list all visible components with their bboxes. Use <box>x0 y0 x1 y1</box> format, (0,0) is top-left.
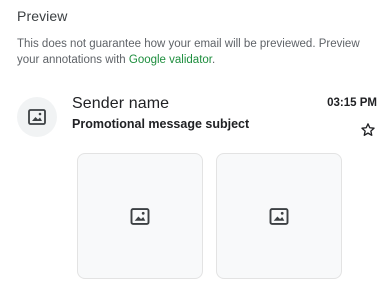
image-placeholder-tile[interactable] <box>216 153 342 279</box>
image-icon <box>28 109 46 125</box>
sender-name: Sender name <box>72 95 170 112</box>
image-icon <box>130 207 150 225</box>
message-time: 03:15 PM <box>327 97 377 109</box>
page-title: Preview <box>17 8 68 24</box>
sender-avatar <box>17 97 57 137</box>
image-placeholder-tile[interactable] <box>77 153 203 279</box>
message-subject: Promotional message subject <box>72 117 250 131</box>
image-icon <box>269 207 289 225</box>
google-validator-link[interactable]: Google validator <box>129 54 212 66</box>
star-outline-icon[interactable] <box>360 122 376 138</box>
preview-disclaimer: This does not guarantee how your email w… <box>17 36 379 68</box>
disclaimer-suffix: . <box>212 54 216 66</box>
image-gallery <box>77 153 342 279</box>
